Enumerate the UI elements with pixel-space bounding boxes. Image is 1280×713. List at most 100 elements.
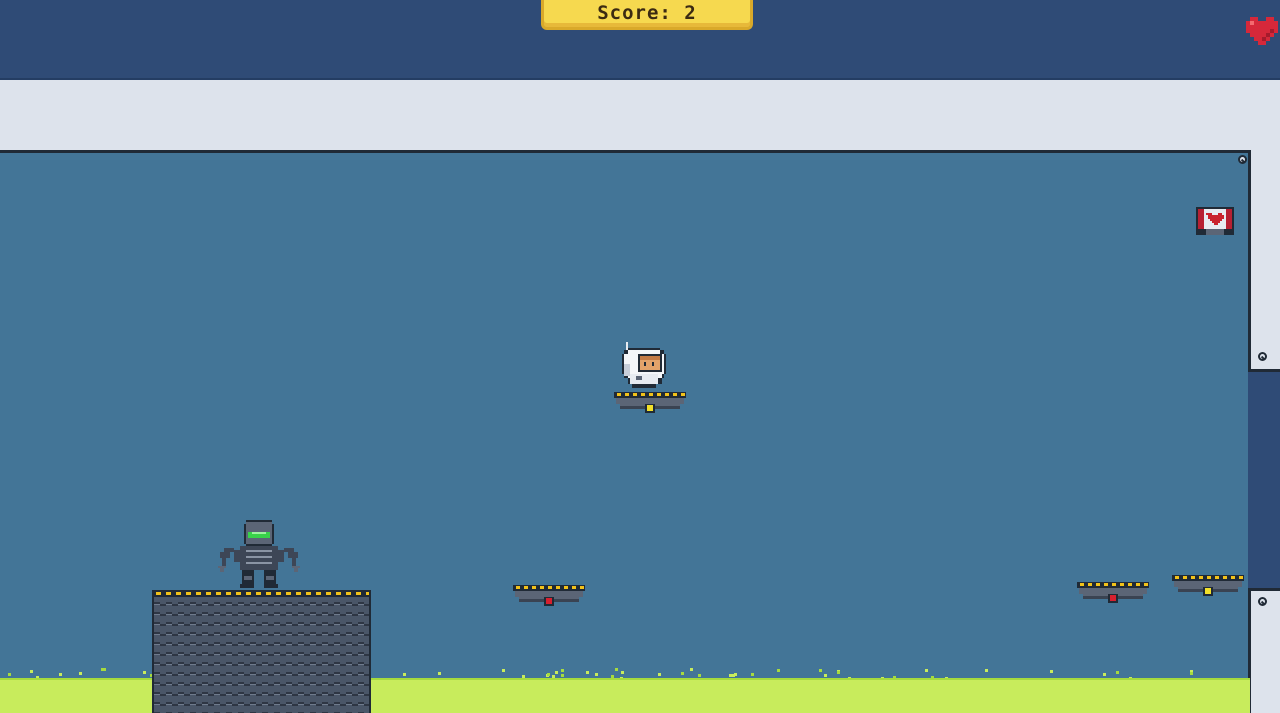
tower-wave (244, 694, 250, 696)
tower-wave (346, 682, 352, 684)
tower-wave-light (166, 624, 172, 625)
tower-wave-light (298, 644, 304, 645)
acid-bubble (985, 669, 988, 672)
tower-wave-light (286, 704, 292, 705)
tower-wave (214, 662, 220, 664)
tower-wave-light (262, 694, 268, 695)
tower-wave (322, 692, 328, 694)
tower-wave (214, 602, 220, 604)
heart-icon (1246, 17, 1278, 45)
hazard-stripe (564, 586, 568, 589)
tower-wave (286, 622, 292, 624)
tower-wave-light (262, 664, 268, 665)
tower-wave-light (190, 664, 196, 665)
tower-wave-light (214, 604, 220, 605)
tower-wave (298, 662, 304, 664)
acid-bubble (690, 668, 693, 671)
hazard-stripe (524, 586, 528, 589)
tower-wave-light (358, 644, 364, 645)
tower-wave-light (214, 614, 220, 615)
tower-wave-light (274, 684, 280, 685)
tower-wave (310, 632, 316, 634)
acid-bubble (837, 671, 840, 674)
tower-wave-light (346, 704, 352, 705)
tower-wave (340, 674, 346, 676)
tower-wave (190, 642, 196, 644)
tower-wave (298, 632, 304, 634)
score-panel: Score: 2 (541, 0, 753, 30)
tower-wave (256, 654, 262, 656)
tower-wave (154, 652, 160, 654)
health-crate[interactable] (1196, 207, 1234, 237)
tower-wave (202, 602, 208, 604)
tower-wave (166, 622, 172, 624)
tower-wave (250, 662, 256, 664)
pad-light (546, 598, 552, 604)
game-stage[interactable]: Score: 2 (0, 0, 1280, 713)
tower-wave (238, 612, 244, 614)
tower-wave-light (238, 684, 244, 685)
hazard-stripe (156, 592, 161, 595)
tower-wave (298, 672, 304, 674)
tower-wave (298, 682, 304, 684)
acid-bubble (698, 674, 701, 677)
crate-base (1206, 229, 1224, 235)
tower-wave-light (226, 634, 232, 635)
tower-wave-light (202, 684, 208, 685)
tower-wave (274, 662, 280, 664)
tower-wave (274, 682, 280, 684)
tower-wave (328, 634, 334, 636)
tower-wave (226, 682, 232, 684)
tower-wave (178, 702, 184, 704)
tower-wave (166, 672, 172, 674)
tower-wave (352, 634, 358, 636)
tower-wave (232, 614, 238, 616)
tower-wave (226, 622, 232, 624)
tower-wave (316, 614, 322, 616)
tower-wave (334, 612, 340, 614)
tower-wave-light (358, 664, 364, 665)
tower-wave-light (226, 644, 232, 645)
tower-wave-light (166, 694, 172, 695)
tower-wave (160, 694, 166, 696)
tower-wave (232, 684, 238, 686)
tower-wave-light (250, 624, 256, 625)
tower-wave-light (274, 674, 280, 675)
tower-wave (196, 684, 202, 686)
tower-wave-light (202, 674, 208, 675)
tower-wave-light (274, 654, 280, 655)
tower-wave (178, 672, 184, 674)
tower-wave (328, 624, 334, 626)
acid-bubble (751, 673, 754, 676)
hazard-stripe (166, 592, 171, 595)
acid-bubble (1103, 673, 1106, 676)
pad-light (647, 405, 653, 411)
tower-wave-light (346, 634, 352, 635)
tower-wave (208, 674, 214, 676)
tower-wave (322, 662, 328, 664)
tower-wave (304, 604, 310, 606)
tower-wave (202, 612, 208, 614)
tower-wave (160, 644, 166, 646)
ceiling-edge (0, 150, 1250, 153)
hazard-stripe (1207, 576, 1211, 579)
tower-wave (208, 664, 214, 666)
tower-wave-light (154, 654, 160, 655)
tower-wave (250, 702, 256, 704)
tower-wave-light (178, 674, 184, 675)
tower-wave-light (310, 644, 316, 645)
robot-claw-left (218, 566, 226, 572)
tower-wave-light (226, 704, 232, 705)
tower-wave-light (310, 694, 316, 695)
tower-wave-light (274, 704, 280, 705)
tower-wave (322, 702, 328, 704)
tower-wave (262, 672, 268, 674)
tower-wave (202, 652, 208, 654)
tower-wave (256, 624, 262, 626)
tower-wave-light (346, 644, 352, 645)
tower-wave (262, 682, 268, 684)
tower-wave-light (298, 674, 304, 675)
tower-wave (292, 644, 298, 646)
tower-wave (154, 642, 160, 644)
tower-wave-light (166, 704, 172, 705)
